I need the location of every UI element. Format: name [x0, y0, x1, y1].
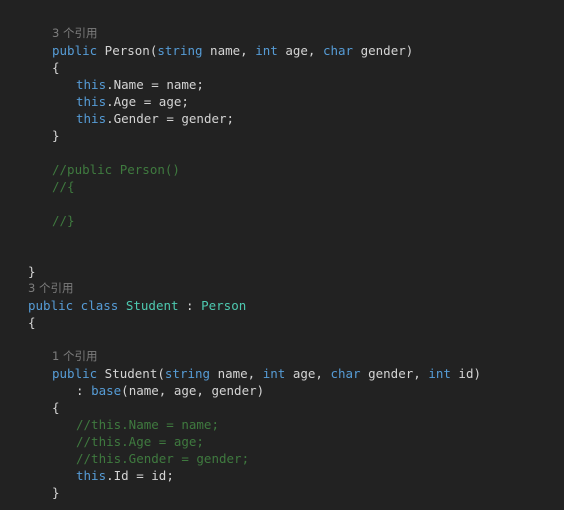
code-token: (name, age, gender) — [121, 383, 265, 398]
code-text-area[interactable]: 3 个引用 public Person(string name, int age,… — [0, 25, 564, 501]
code-token: int — [255, 43, 278, 58]
code-token: .Gender = gender; — [106, 111, 235, 126]
code-token: Person — [201, 298, 247, 313]
code-token: { — [28, 315, 36, 330]
code-line: //public Person() — [0, 161, 564, 178]
code-token: gender) — [353, 43, 414, 58]
code-token: age, — [277, 43, 323, 58]
code-token: name, — [210, 366, 263, 381]
code-line: { — [0, 314, 564, 331]
code-line: } — [0, 263, 564, 280]
code-line: this.Age = age; — [0, 93, 564, 110]
code-line: //this.Name = name; — [0, 416, 564, 433]
code-line: } — [0, 484, 564, 501]
code-token: //this.Gender = gender; — [76, 451, 250, 466]
code-token: .Age = age; — [106, 94, 189, 109]
code-token: Person( — [97, 43, 158, 58]
code-token: int — [428, 366, 451, 381]
code-token: : — [178, 298, 202, 313]
code-token: 3 个引用 — [28, 281, 74, 295]
code-editor-pane[interactable]: 3 个引用 public Person(string name, int age,… — [0, 0, 564, 510]
code-line: : base(name, age, gender) — [0, 382, 564, 399]
code-token: name, — [202, 43, 256, 58]
codelens-reference-count[interactable]: 3 个引用 — [0, 25, 564, 42]
code-token: this — [76, 77, 107, 92]
code-token: this — [76, 468, 107, 483]
code-line: public Person(string name, int age, char… — [0, 42, 564, 59]
code-line: this.Gender = gender; — [0, 110, 564, 127]
code-line: //this.Gender = gender; — [0, 450, 564, 467]
code-token: this — [76, 94, 107, 109]
code-token: } — [52, 485, 60, 500]
code-token: char — [322, 43, 354, 58]
code-line: { — [0, 399, 564, 416]
code-token: 3 个引用 — [52, 26, 98, 40]
code-token: public — [52, 43, 98, 58]
code-line: } — [0, 127, 564, 144]
code-token: id) — [450, 366, 481, 381]
code-token: } — [52, 128, 60, 143]
code-token: age, — [285, 366, 331, 381]
code-line: public Student(string name, int age, cha… — [0, 365, 564, 382]
code-token: .Name = name; — [106, 77, 204, 92]
code-token: //this.Age = age; — [76, 434, 204, 449]
code-token: gender, — [360, 366, 429, 381]
code-line: { — [0, 59, 564, 76]
code-token: int — [262, 366, 286, 381]
code-token: { — [52, 60, 60, 75]
code-line: //} — [0, 212, 564, 229]
code-token: Student( — [97, 366, 165, 381]
code-token: .Id = id; — [106, 468, 174, 483]
code-token: string — [157, 43, 203, 58]
code-token: char — [330, 366, 361, 381]
code-token: this — [76, 111, 107, 126]
code-token: //this.Name = name; — [76, 417, 219, 432]
code-line: this.Name = name; — [0, 76, 564, 93]
code-token: //{ — [52, 179, 75, 194]
code-token: 1 个引用 — [52, 349, 98, 363]
code-token: public — [52, 366, 98, 381]
code-token: public class — [28, 298, 119, 313]
code-line: //{ — [0, 178, 564, 195]
code-token: : — [76, 383, 92, 398]
code-token: //public Person() — [52, 162, 180, 177]
code-line: public class Student : Person — [0, 297, 564, 314]
code-line: //this.Age = age; — [0, 433, 564, 450]
code-token: base — [91, 383, 122, 398]
code-token: string — [164, 366, 211, 381]
codelens-reference-count[interactable]: 3 个引用 — [0, 280, 564, 297]
codelens-reference-count[interactable]: 1 个引用 — [0, 348, 564, 365]
code-token: Student — [125, 298, 179, 313]
code-token: } — [28, 264, 36, 279]
code-line: this.Id = id; — [0, 467, 564, 484]
code-token: //} — [52, 213, 75, 228]
code-token: { — [52, 400, 60, 415]
